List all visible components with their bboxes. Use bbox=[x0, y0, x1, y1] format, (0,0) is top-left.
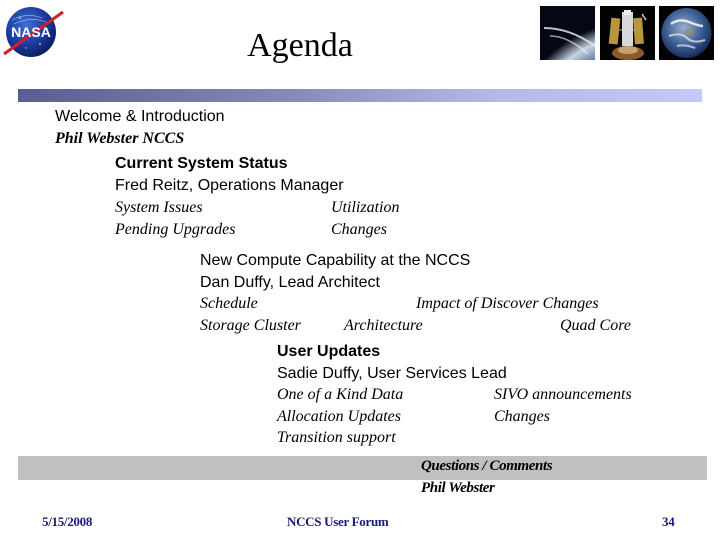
questions-heading: Questions / Comments bbox=[421, 458, 553, 474]
compute-capability-heading: New Compute Capability at the NCCS bbox=[200, 252, 471, 269]
topic-item: Quad Core bbox=[560, 317, 631, 334]
slide: NASA Agenda Welcome & Introduction Phil … bbox=[0, 0, 720, 540]
topic-item: Changes bbox=[331, 221, 387, 238]
footer-date: 5/15/2008 bbox=[42, 514, 93, 529]
earth-limb-photo-icon bbox=[540, 6, 595, 60]
topic-item: Architecture bbox=[344, 317, 423, 334]
topic-item: System Issues bbox=[115, 199, 203, 216]
compute-capability-presenter: Dan Duffy, Lead Architect bbox=[200, 274, 380, 291]
system-status-presenter: Fred Reitz, Operations Manager bbox=[115, 177, 344, 194]
topic-item: SIVO announcements bbox=[494, 386, 632, 403]
topic-item: Changes bbox=[494, 408, 550, 425]
topic-item: Storage Cluster bbox=[200, 317, 301, 334]
user-updates-heading: User Updates bbox=[277, 343, 381, 360]
nasa-logo-text: NASA bbox=[11, 24, 51, 40]
topic-item: One of a Kind Data bbox=[277, 386, 404, 403]
questions-presenter: Phil Webster bbox=[421, 480, 495, 496]
topic-item: Impact of Discover Changes bbox=[416, 295, 599, 312]
nasa-logo-icon: NASA bbox=[2, 4, 64, 60]
welcome-presenter: Phil Webster NCCS bbox=[55, 130, 185, 147]
hubble-telescope-photo-icon bbox=[600, 6, 655, 60]
topic-item: Pending Upgrades bbox=[115, 221, 236, 238]
header-divider-bar bbox=[18, 89, 702, 102]
system-status-heading: Current System Status bbox=[115, 155, 288, 172]
user-updates-presenter: Sadie Duffy, User Services Lead bbox=[277, 365, 507, 382]
slide-title: Agenda bbox=[247, 27, 353, 64]
footer-page-number: 34 bbox=[662, 514, 675, 529]
topic-item: Allocation Updates bbox=[277, 408, 401, 425]
topic-item: Utilization bbox=[331, 199, 400, 216]
footer-event-name: NCCS User Forum bbox=[287, 514, 389, 529]
full-earth-photo-icon bbox=[659, 6, 714, 60]
topic-item: Transition support bbox=[277, 429, 396, 446]
topic-item: Schedule bbox=[200, 295, 258, 312]
questions-band bbox=[18, 456, 707, 480]
welcome-heading: Welcome & Introduction bbox=[55, 108, 225, 125]
